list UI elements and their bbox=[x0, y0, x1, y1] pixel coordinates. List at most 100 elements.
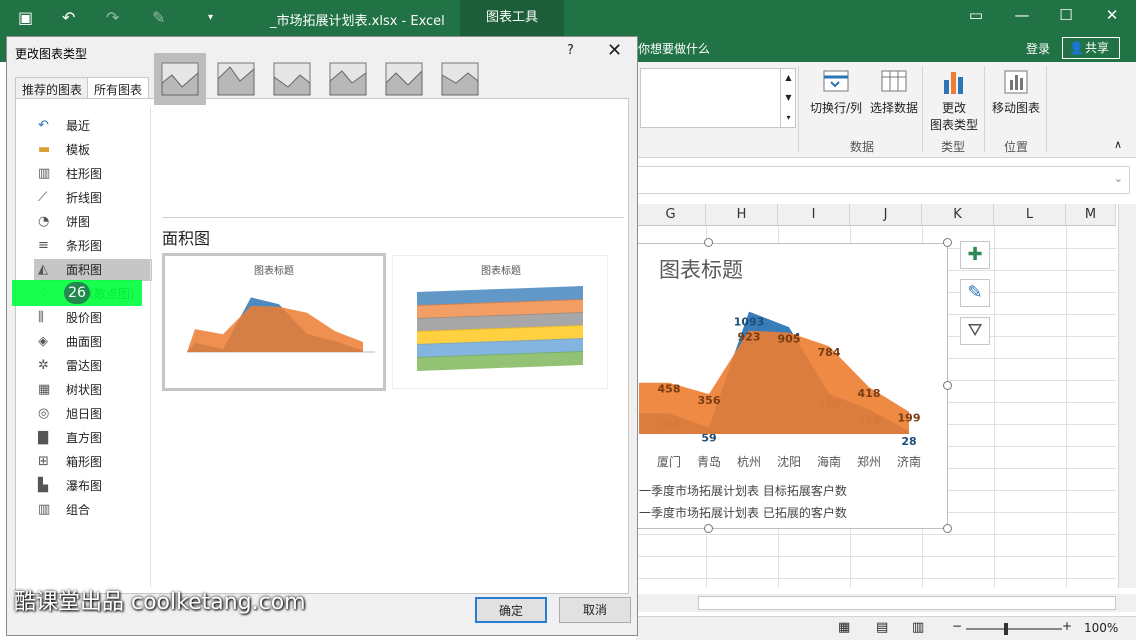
grid-line bbox=[636, 556, 1116, 557]
chart-styles-button[interactable]: ✎ bbox=[960, 279, 990, 307]
area-chart-icon: ◭ bbox=[38, 262, 48, 277]
category-item[interactable]: ▦ 树状图 bbox=[34, 379, 152, 401]
preview-plot-2 bbox=[417, 286, 583, 371]
zoom-slider-thumb[interactable] bbox=[1004, 623, 1008, 635]
formula-bar[interactable]: ⌄ bbox=[636, 166, 1130, 194]
resize-handle[interactable] bbox=[704, 524, 713, 533]
column-header-j[interactable]: J bbox=[850, 204, 922, 226]
format-painter-icon[interactable]: ✎ bbox=[152, 8, 165, 27]
tab-all-charts[interactable]: 所有图表 bbox=[87, 77, 150, 99]
minimize-icon[interactable]: — bbox=[1010, 6, 1034, 24]
expand-formula-icon[interactable]: ⌄ bbox=[1114, 172, 1123, 185]
category-item[interactable]: ↶ 最近 bbox=[34, 115, 152, 137]
zoom-slider[interactable] bbox=[966, 628, 1062, 630]
chart-filters-button[interactable]: ⛛ bbox=[960, 317, 990, 345]
login-link[interactable]: 登录 bbox=[1026, 40, 1050, 57]
gallery-scroll[interactable]: ▲ ▼ ▾ bbox=[780, 68, 796, 128]
category-item[interactable]: ▙ 瀑布图 bbox=[34, 475, 152, 497]
divider bbox=[150, 107, 151, 587]
column-header-h[interactable]: H bbox=[706, 204, 778, 226]
category-item[interactable]: ▥ 柱形图 bbox=[34, 163, 152, 185]
change-chart-type-icon bbox=[944, 72, 963, 94]
column-header-g[interactable]: G bbox=[636, 204, 706, 226]
sheet-chart[interactable]: 图表标题 18459109395436021828458356923905784… bbox=[630, 243, 948, 529]
chart-elements-button[interactable]: ✚ bbox=[960, 241, 990, 269]
move-chart-button[interactable]: 移动图表 bbox=[988, 68, 1044, 116]
category-label: 股价图 bbox=[66, 311, 103, 325]
close-icon[interactable]: ✕ bbox=[607, 40, 622, 61]
resize-handle[interactable] bbox=[704, 238, 713, 247]
column-header-k[interactable]: K bbox=[922, 204, 994, 226]
column-header-l[interactable]: L bbox=[994, 204, 1066, 226]
save-icon[interactable]: ▣ bbox=[18, 8, 33, 27]
dialog-title: 更改图表类型 bbox=[15, 47, 88, 61]
data-label: 905 bbox=[778, 333, 801, 346]
category-item[interactable]: ⊞ 箱形图 bbox=[34, 451, 152, 473]
data-label: 418 bbox=[858, 387, 881, 400]
customize-qat-icon[interactable]: ▾ bbox=[208, 12, 213, 23]
zoom-level[interactable]: 100% bbox=[1084, 621, 1118, 635]
category-item[interactable]: ⫼ 股价图 bbox=[34, 307, 152, 329]
change-chart-type-button[interactable]: 更改 图表类型 bbox=[926, 68, 982, 133]
tell-me-box[interactable]: 你想要做什么 bbox=[638, 40, 710, 57]
category-tick-label: 沈阳 bbox=[777, 454, 801, 469]
category-item[interactable]: ▥ 组合 bbox=[34, 499, 152, 521]
resize-handle[interactable] bbox=[943, 524, 952, 533]
zoom-in-icon[interactable]: + bbox=[1062, 619, 1072, 633]
category-tick-label: 杭州 bbox=[737, 454, 761, 469]
preview-card-2[interactable]: 图表标题 bbox=[392, 255, 608, 389]
tab-recommended[interactable]: 推荐的图表 bbox=[15, 77, 90, 99]
ok-button[interactable]: 确定 bbox=[475, 597, 547, 623]
share-label: 共享 bbox=[1085, 41, 1110, 55]
column-header-i[interactable]: I bbox=[778, 204, 850, 226]
maximize-icon[interactable]: ☐ bbox=[1054, 6, 1078, 24]
switch-row-col-button[interactable]: 切换行/列 bbox=[806, 68, 866, 116]
combo-chart-icon: ▥ bbox=[38, 502, 51, 517]
area-icon[interactable] bbox=[154, 53, 206, 105]
sunburst-chart-icon: ◎ bbox=[38, 406, 50, 421]
category-item[interactable]: ⟋ 折线图 bbox=[34, 187, 152, 209]
vertical-scrollbar[interactable] bbox=[1118, 204, 1136, 588]
preview-card-1[interactable]: 图表标题 bbox=[162, 253, 386, 391]
select-data-label: 选择数据 bbox=[869, 101, 918, 115]
category-item[interactable]: ▇ 直方图 bbox=[34, 427, 152, 449]
zoom-out-icon[interactable]: − bbox=[952, 619, 962, 633]
resize-handle[interactable] bbox=[943, 381, 952, 390]
select-data-button[interactable]: 选择数据 bbox=[866, 68, 922, 116]
category-tick-label: 厦门 bbox=[657, 454, 681, 469]
undo-icon[interactable]: ↶ bbox=[62, 8, 75, 27]
category-item[interactable]: ◭ 面积图 bbox=[34, 259, 152, 281]
column-header-m[interactable]: M bbox=[1066, 204, 1116, 226]
cancel-button[interactable]: 取消 bbox=[559, 597, 631, 623]
category-item[interactable]: ▬ 模板 bbox=[34, 139, 152, 161]
close-window-icon[interactable]: ✕ bbox=[1100, 6, 1124, 24]
category-item[interactable]: ◔ 饼图 bbox=[34, 211, 152, 233]
category-item[interactable]: ✲ 雷达图 bbox=[34, 355, 152, 377]
share-button[interactable]: 👤 共享 bbox=[1062, 37, 1120, 59]
3d-area-icon[interactable] bbox=[322, 53, 374, 105]
page-layout-icon[interactable]: ▤ bbox=[876, 620, 888, 635]
horizontal-scrollbar[interactable] bbox=[698, 596, 1116, 610]
normal-view-icon[interactable]: ▦ bbox=[838, 620, 850, 635]
stacked-area-icon[interactable] bbox=[210, 53, 262, 105]
plus-icon: ✚ bbox=[967, 244, 983, 265]
help-button[interactable]: ? bbox=[567, 43, 574, 58]
collapse-ribbon-icon[interactable]: ∧ bbox=[1114, 138, 1122, 151]
3d-100-stacked-area-icon[interactable] bbox=[434, 53, 486, 105]
category-label: 树状图 bbox=[66, 383, 103, 397]
3d-stacked-area-icon[interactable] bbox=[378, 53, 430, 105]
100-stacked-area-icon[interactable] bbox=[266, 53, 318, 105]
dialog-panel: ↶最近▬模板▥柱形图⟋折线图◔饼图≡条形图◭面积图⁘X Y (散点图)⫼股价图◈… bbox=[15, 53, 629, 594]
data-label: 923 bbox=[738, 331, 761, 344]
category-item[interactable]: ≡ 条形图 bbox=[34, 235, 152, 257]
data-label: 356 bbox=[698, 394, 721, 407]
chart-styles-gallery[interactable] bbox=[640, 68, 796, 128]
category-item[interactable]: ◎ 旭日图 bbox=[34, 403, 152, 425]
group-divider bbox=[1046, 66, 1047, 152]
redo-icon[interactable]: ↷ bbox=[106, 8, 119, 27]
ribbon-display-icon[interactable]: ▭ bbox=[964, 6, 988, 24]
resize-handle[interactable] bbox=[943, 238, 952, 247]
category-item[interactable]: ◈ 曲面图 bbox=[34, 331, 152, 353]
category-label: 条形图 bbox=[66, 239, 103, 253]
page-break-icon[interactable]: ▥ bbox=[912, 620, 924, 635]
